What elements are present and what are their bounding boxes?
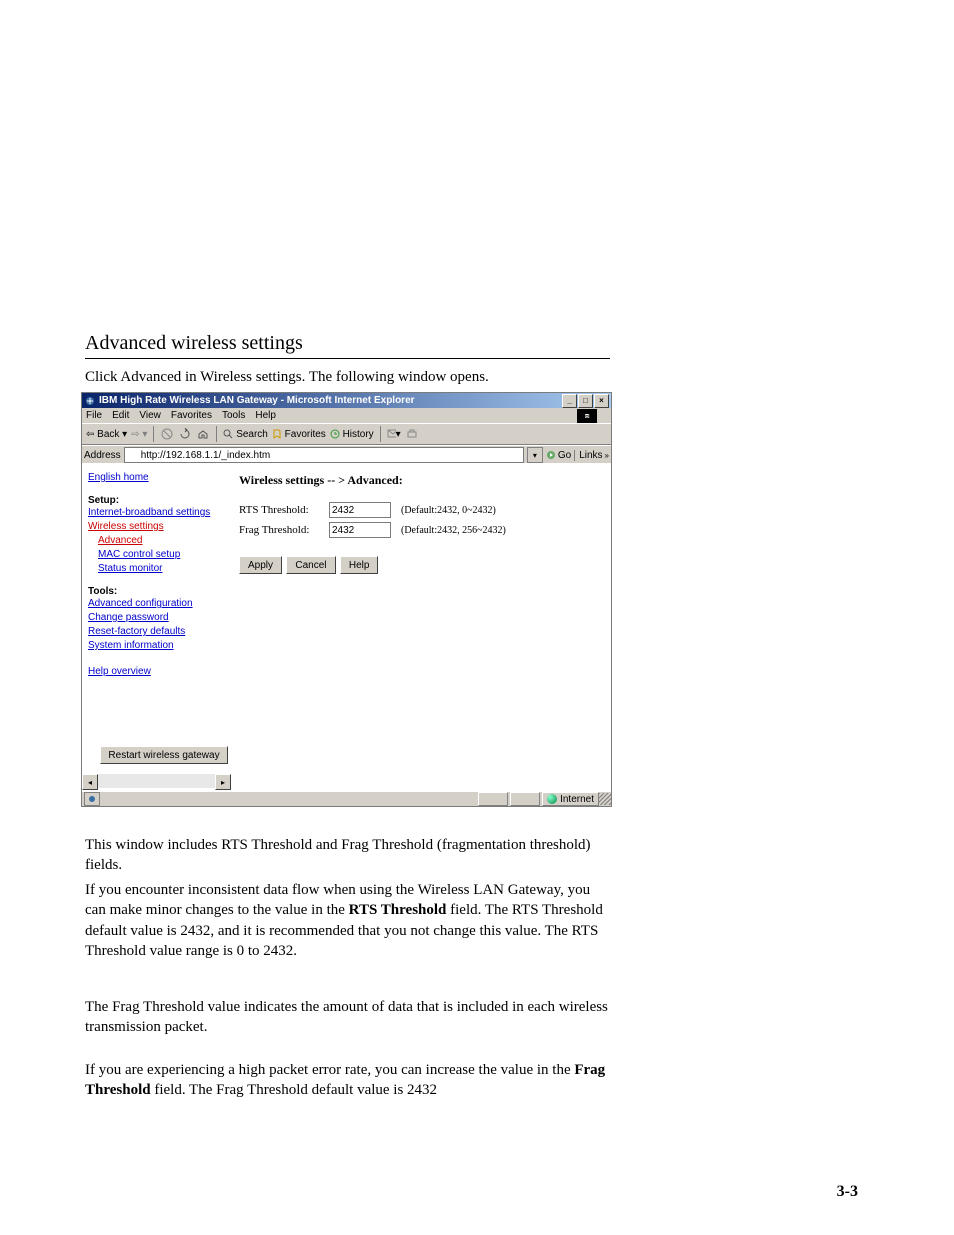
- menu-tools[interactable]: Tools: [222, 410, 245, 421]
- minimize-button[interactable]: _: [562, 394, 577, 408]
- menubar: File Edit View Favorites Tools Help ⧈: [82, 408, 611, 423]
- frag-input[interactable]: [329, 522, 391, 538]
- rts-hint: (Default:2432, 0~2432): [401, 505, 496, 516]
- sidebar-adv-config[interactable]: Advanced configuration: [88, 597, 225, 611]
- sidebar-mac-control[interactable]: MAC control setup: [98, 548, 225, 562]
- paragraph-2: If you encounter inconsistent data flow …: [85, 880, 610, 961]
- frag-row: Frag Threshold: (Default:2432, 256~2432): [239, 522, 603, 538]
- resize-grip[interactable]: [599, 793, 611, 805]
- section-title: Advanced wireless settings: [85, 332, 303, 355]
- ie-window: IBM High Rate Wireless LAN Gateway - Mic…: [81, 392, 612, 807]
- help-button[interactable]: Help: [340, 556, 379, 574]
- page-number: 3-3: [837, 1183, 858, 1201]
- main-panel: Wireless settings -- > Advanced: RTS Thr…: [231, 463, 611, 792]
- status-ie-icon: [84, 792, 100, 806]
- search-button[interactable]: Search: [223, 429, 267, 440]
- sidebar-help-overview[interactable]: Help overview: [88, 665, 225, 679]
- paragraph-4: If you are experiencing a high packet er…: [85, 1060, 610, 1101]
- address-bar: Address ▾ Go Links »: [82, 445, 611, 465]
- ie-icon: [84, 395, 96, 407]
- sidebar-system-info[interactable]: System information: [88, 639, 225, 653]
- menu-view[interactable]: View: [139, 410, 161, 421]
- titlebar: IBM High Rate Wireless LAN Gateway - Mic…: [82, 393, 611, 408]
- status-panel-2: [510, 792, 540, 806]
- address-label: Address: [84, 450, 121, 461]
- sidebar-tools-header: Tools:: [88, 586, 225, 597]
- mail-icon[interactable]: ▾: [387, 427, 401, 441]
- toolbar: ⇦ Back ▾ ⇨ ▾ Search Favorites History ▾: [82, 423, 611, 445]
- status-zone: Internet: [542, 792, 599, 806]
- sidebar-setup-header: Setup:: [88, 495, 225, 506]
- section-rule: [85, 358, 610, 359]
- menu-edit[interactable]: Edit: [112, 410, 129, 421]
- page-content: English home Setup: Internet-broadband s…: [82, 463, 611, 792]
- sidebar-wireless-settings[interactable]: Wireless settings: [88, 520, 225, 534]
- main-title: Wireless settings -- > Advanced:: [239, 473, 603, 488]
- stop-icon[interactable]: [160, 427, 174, 441]
- close-button[interactable]: ×: [594, 394, 609, 408]
- paragraph-1: This window includes RTS Threshold and F…: [85, 835, 610, 876]
- rts-label: RTS Threshold:: [239, 504, 329, 516]
- window-title: IBM High Rate Wireless LAN Gateway - Mic…: [99, 395, 415, 406]
- address-input[interactable]: [124, 447, 524, 463]
- refresh-icon[interactable]: [178, 427, 192, 441]
- paragraph-3: The Frag Threshold value indicates the a…: [85, 997, 610, 1038]
- cancel-button[interactable]: Cancel: [286, 556, 335, 574]
- menu-favorites[interactable]: Favorites: [171, 410, 212, 421]
- back-button[interactable]: ⇦ Back ▾: [86, 429, 127, 440]
- menu-help[interactable]: Help: [255, 410, 276, 421]
- rts-input[interactable]: [329, 502, 391, 518]
- menu-file[interactable]: File: [86, 410, 102, 421]
- globe-icon: [547, 794, 557, 804]
- restart-button[interactable]: Restart wireless gateway: [100, 746, 228, 764]
- brand-logo: ⧈: [577, 409, 597, 423]
- address-dropdown[interactable]: ▾: [527, 447, 543, 463]
- forward-button[interactable]: ⇨ ▾: [131, 429, 147, 440]
- history-button[interactable]: History: [330, 429, 374, 440]
- sidebar-internet-settings[interactable]: Internet-broadband settings: [88, 506, 225, 520]
- favorites-button[interactable]: Favorites: [272, 429, 326, 440]
- sidebar-scrollbar[interactable]: ◂ ▸: [82, 774, 231, 788]
- frag-label: Frag Threshold:: [239, 524, 329, 536]
- sidebar-status-monitor[interactable]: Status monitor: [98, 562, 225, 576]
- button-row: Apply Cancel Help: [239, 556, 603, 574]
- sidebar-home[interactable]: English home: [88, 471, 225, 485]
- rts-row: RTS Threshold: (Default:2432, 0~2432): [239, 502, 603, 518]
- sidebar-change-password[interactable]: Change password: [88, 611, 225, 625]
- maximize-button[interactable]: □: [578, 394, 593, 408]
- statusbar: Internet: [82, 791, 611, 806]
- sidebar: English home Setup: Internet-broadband s…: [82, 463, 231, 792]
- scroll-left-icon[interactable]: ◂: [82, 774, 98, 790]
- links-button[interactable]: Links »: [574, 450, 609, 461]
- sidebar-advanced[interactable]: Advanced: [98, 534, 225, 548]
- home-icon[interactable]: [196, 427, 210, 441]
- intro-text: Click Advanced in Wireless settings. The…: [85, 367, 610, 387]
- print-icon[interactable]: [405, 427, 419, 441]
- apply-button[interactable]: Apply: [239, 556, 282, 574]
- go-button[interactable]: Go: [546, 450, 571, 461]
- sidebar-reset-defaults[interactable]: Reset-factory defaults: [88, 625, 225, 639]
- frag-hint: (Default:2432, 256~2432): [401, 525, 506, 536]
- scroll-right-icon[interactable]: ▸: [215, 774, 231, 790]
- status-panel-1: [478, 792, 508, 806]
